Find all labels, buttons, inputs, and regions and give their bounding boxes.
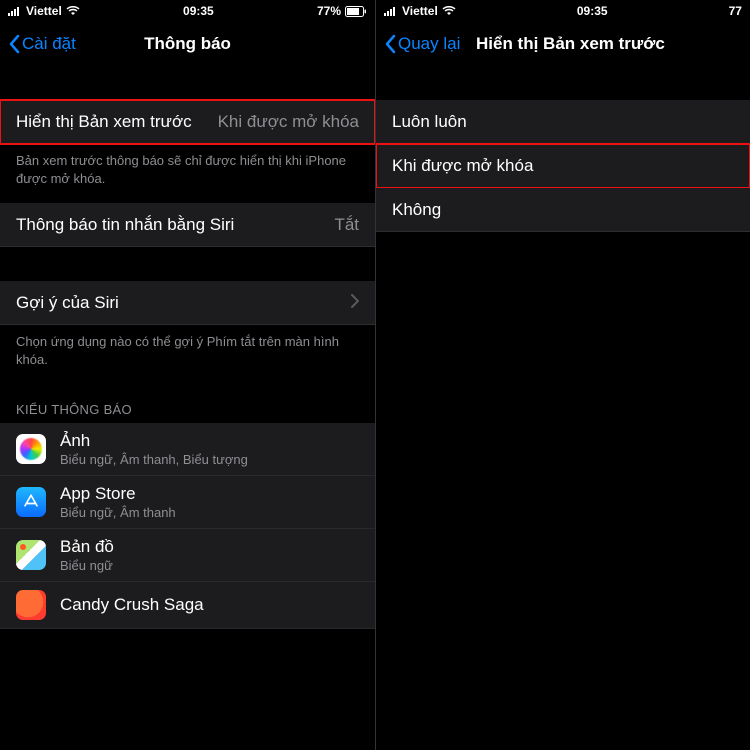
chevron-left-icon	[384, 34, 396, 54]
option-label: Không	[392, 200, 441, 220]
battery-percent: 77%	[317, 4, 341, 18]
row-label: Hiển thị Bản xem trước	[16, 112, 192, 132]
appstore-icon	[16, 487, 46, 517]
siri-suggestions-footer: Chọn ứng dụng nào có thể gợi ý Phím tắt …	[0, 325, 375, 384]
app-subtitle: Biểu ngữ, Âm thanh	[60, 505, 176, 520]
row-value: Tắt	[334, 215, 359, 235]
app-subtitle: Biểu ngữ	[60, 558, 114, 573]
section-header-style: KIỂU THÔNG BÁO	[0, 384, 375, 423]
nav-bar: Quay lại Hiển thị Bản xem trước	[376, 22, 750, 66]
photos-icon	[16, 434, 46, 464]
row-label: Thông báo tin nhắn bằng Siri	[16, 215, 234, 235]
battery-icon	[345, 6, 367, 17]
app-row[interactable]: Bản đồBiểu ngữ	[0, 529, 375, 582]
back-label: Cài đặt	[22, 34, 76, 54]
chevron-right-icon	[351, 293, 359, 313]
row-value: Khi được mở khóa	[218, 112, 359, 132]
option-row[interactable]: Không	[376, 188, 750, 232]
option-row[interactable]: Khi được mở khóa	[376, 144, 750, 188]
screen-notifications: Viettel 09:35 77% Cài đặt Thông báo Hiển…	[0, 0, 375, 750]
carrier-label: Viettel	[402, 4, 438, 18]
app-row[interactable]: Candy Crush Saga	[0, 582, 375, 629]
chevron-left-icon	[8, 34, 20, 54]
status-bar: Viettel 09:35 77%	[0, 0, 375, 22]
battery-percent: 77	[729, 4, 742, 18]
app-row[interactable]: ẢnhBiểu ngữ, Âm thanh, Biểu tượng	[0, 423, 375, 476]
nav-bar: Cài đặt Thông báo	[0, 22, 375, 66]
app-name: Bản đồ	[60, 537, 114, 557]
status-bar: Viettel 09:35 77	[376, 0, 750, 22]
signal-icon	[8, 6, 22, 16]
app-name: Ảnh	[60, 431, 248, 451]
wifi-icon	[66, 6, 80, 16]
app-name: Candy Crush Saga	[60, 595, 204, 615]
clock-label: 09:35	[183, 4, 214, 18]
screen-show-previews: Viettel 09:35 77 Quay lại Hiển thị Bản x…	[375, 0, 750, 750]
signal-icon	[384, 6, 398, 16]
row-siri-announce[interactable]: Thông báo tin nhắn bằng Siri Tắt	[0, 203, 375, 247]
previews-footer: Bản xem trước thông báo sẽ chỉ được hiển…	[0, 144, 375, 203]
app-row[interactable]: App StoreBiểu ngữ, Âm thanh	[0, 476, 375, 529]
back-button[interactable]: Cài đặt	[8, 34, 76, 54]
row-label: Gợi ý của Siri	[16, 293, 119, 313]
option-label: Khi được mở khóa	[392, 156, 533, 176]
option-label: Luôn luôn	[392, 112, 467, 132]
row-show-previews[interactable]: Hiển thị Bản xem trước Khi được mở khóa	[0, 100, 375, 144]
back-label: Quay lại	[398, 34, 460, 54]
back-button[interactable]: Quay lại	[384, 34, 460, 54]
option-row[interactable]: Luôn luôn	[376, 100, 750, 144]
app-subtitle: Biểu ngữ, Âm thanh, Biểu tượng	[60, 452, 248, 467]
clock-label: 09:35	[577, 4, 608, 18]
page-title: Hiển thị Bản xem trước	[466, 34, 750, 54]
row-siri-suggestions[interactable]: Gợi ý của Siri	[0, 281, 375, 325]
candy-icon	[16, 590, 46, 620]
app-name: App Store	[60, 484, 176, 504]
maps-icon	[16, 540, 46, 570]
carrier-label: Viettel	[26, 4, 62, 18]
wifi-icon	[442, 6, 456, 16]
